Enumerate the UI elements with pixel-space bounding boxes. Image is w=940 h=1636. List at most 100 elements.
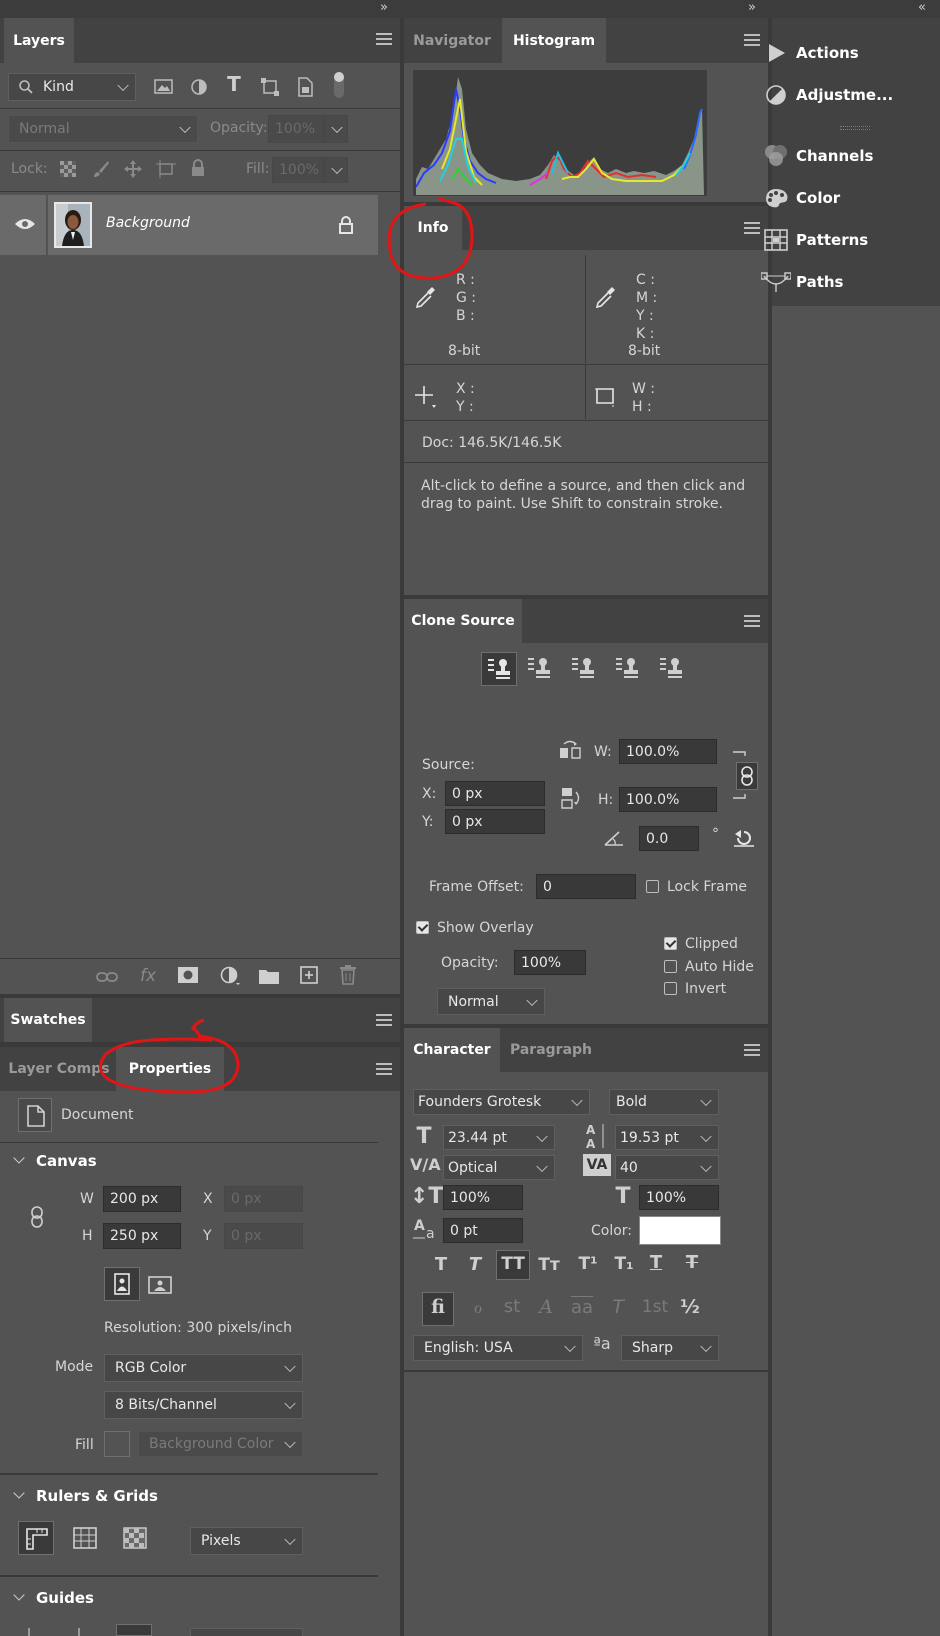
properties-panel-menu-icon[interactable]: [376, 1063, 392, 1075]
reset-transform-icon[interactable]: [734, 828, 754, 848]
layer-style-fx-icon[interactable]: fx: [136, 966, 160, 986]
flip-vertical-icon[interactable]: [560, 786, 582, 810]
sidebar-item-color[interactable]: Color: [756, 182, 840, 214]
flip-horizontal-icon[interactable]: [558, 740, 582, 760]
auto-hide-checkbox[interactable]: [664, 960, 677, 973]
underline-button[interactable]: T: [642, 1252, 670, 1273]
language-dropdown[interactable]: English: USA: [413, 1335, 583, 1361]
character-panel-menu-icon[interactable]: [744, 1044, 760, 1056]
new-adjustment-layer-icon[interactable]: [220, 966, 240, 986]
discretionary-ligatures-button[interactable]: st: [498, 1296, 526, 1317]
clone-y-input[interactable]: 0 px: [445, 809, 545, 834]
tab-clone-source[interactable]: Clone Source: [404, 599, 522, 643]
filter-kind-dropdown[interactable]: Kind: [8, 73, 136, 101]
shape-filter-icon[interactable]: [260, 77, 280, 97]
canvas-collapse-chevron[interactable]: [13, 1152, 25, 1164]
dock-grip[interactable]: [840, 126, 870, 130]
vertical-scale-input[interactable]: 100%: [443, 1185, 523, 1210]
anti-alias-dropdown[interactable]: Sharp: [621, 1335, 719, 1361]
guides-tool-button[interactable]: [116, 1624, 152, 1636]
guides-dropdown[interactable]: [190, 1628, 303, 1636]
clone-angle-input[interactable]: 0.0: [639, 826, 699, 851]
new-layer-icon[interactable]: [300, 966, 318, 984]
guides-heading[interactable]: Guides: [36, 1589, 94, 1607]
faux-bold-button[interactable]: T: [428, 1254, 454, 1275]
kerning-dropdown[interactable]: Optical: [443, 1155, 555, 1180]
lock-artboard-icon[interactable]: [156, 160, 176, 178]
clone-stamp-icon-5[interactable]: [660, 656, 684, 680]
smartobject-filter-icon[interactable]: [297, 77, 313, 97]
tab-histogram[interactable]: Histogram: [502, 18, 606, 63]
type-filter-icon[interactable]: T: [224, 72, 244, 96]
layer-name[interactable]: Background: [106, 215, 190, 231]
contextual-alternates-button[interactable]: ℴ: [464, 1296, 492, 1318]
clone-source-1-button[interactable]: [481, 652, 517, 686]
link-layers-icon[interactable]: [96, 970, 118, 984]
opacity-stepper[interactable]: [324, 115, 348, 143]
font-style-dropdown[interactable]: Bold: [609, 1089, 719, 1115]
guides-collapse-chevron[interactable]: [13, 1589, 25, 1601]
lock-image-pixels-brush-icon[interactable]: [92, 160, 110, 178]
fill-stepper[interactable]: [324, 157, 348, 183]
tab-swatches[interactable]: Swatches: [4, 998, 92, 1042]
tab-character[interactable]: Character: [404, 1028, 500, 1072]
add-mask-icon[interactable]: [178, 967, 198, 983]
image-filter-icon[interactable]: [154, 78, 174, 96]
visibility-eye-icon[interactable]: [14, 217, 36, 231]
tracking-dropdown[interactable]: 40: [615, 1155, 719, 1180]
tab-navigator[interactable]: Navigator: [404, 18, 500, 63]
lock-position-move-icon[interactable]: [124, 160, 142, 178]
link-scale-button[interactable]: [736, 762, 758, 790]
rulers-grids-heading[interactable]: Rulers & Grids: [36, 1487, 158, 1505]
tab-layers[interactable]: Layers: [4, 18, 74, 63]
swash-button[interactable]: A: [532, 1296, 560, 1318]
faux-italic-button[interactable]: T: [462, 1254, 488, 1275]
stylistic-alternates-button[interactable]: aa: [566, 1297, 598, 1318]
font-family-dropdown[interactable]: Founders Grotesk: [413, 1089, 590, 1115]
bit-depth-dropdown[interactable]: 8 Bits/Channel: [104, 1391, 303, 1419]
expand-right-glyph[interactable]: «: [918, 0, 926, 15]
canvas-width-input[interactable]: 200 px: [103, 1186, 181, 1212]
layers-panel-menu-icon[interactable]: [376, 33, 392, 45]
clone-stamp-icon-2[interactable]: [528, 656, 552, 680]
sidebar-item-actions[interactable]: Actions: [756, 37, 859, 69]
horizontal-scale-input[interactable]: 100%: [639, 1185, 719, 1210]
titling-alternates-button[interactable]: T: [604, 1296, 632, 1318]
invert-checkbox[interactable]: [664, 982, 677, 995]
landscape-orientation-icon[interactable]: [148, 1276, 172, 1294]
superscript-button[interactable]: T¹: [574, 1254, 602, 1274]
canvas-heading[interactable]: Canvas: [36, 1152, 97, 1170]
rgb-eyedropper-icon[interactable]: [414, 285, 436, 309]
overlay-blend-dropdown[interactable]: Normal: [437, 988, 545, 1015]
sidebar-item-patterns[interactable]: Patterns: [756, 224, 868, 256]
sidebar-item-channels[interactable]: Channels: [756, 140, 873, 172]
strikethrough-button[interactable]: T: [678, 1252, 706, 1273]
sidebar-item-paths[interactable]: Paths: [756, 266, 844, 298]
all-caps-button[interactable]: TT: [496, 1254, 530, 1274]
guide-icon-1[interactable]: [28, 1628, 30, 1636]
opacity-input[interactable]: 100%: [268, 115, 324, 143]
font-size-dropdown[interactable]: 23.44 pt: [443, 1125, 555, 1150]
lock-transparent-pixels-icon[interactable]: [60, 161, 76, 177]
grid-icon[interactable]: [73, 1527, 97, 1549]
color-mode-dropdown[interactable]: RGB Color: [104, 1354, 303, 1382]
text-color-swatch[interactable]: [639, 1216, 721, 1245]
fractions-button[interactable]: ½: [676, 1296, 704, 1318]
ruler-toggle-button[interactable]: [18, 1521, 54, 1555]
blend-mode-dropdown[interactable]: Normal: [8, 115, 198, 143]
clone-height-input[interactable]: 100.0%: [619, 787, 717, 812]
ordinals-button[interactable]: 1st: [637, 1297, 673, 1317]
clone-width-input[interactable]: 100.0%: [619, 739, 717, 764]
standard-ligatures-button[interactable]: fi: [422, 1296, 454, 1318]
clone-x-input[interactable]: 0 px: [445, 781, 545, 806]
canvas-height-input[interactable]: 250 px: [103, 1223, 181, 1249]
baseline-shift-input[interactable]: 0 pt: [443, 1218, 523, 1243]
clone-stamp-icon-3[interactable]: [572, 656, 596, 680]
collapse-left-glyph[interactable]: »: [380, 0, 388, 15]
swatches-panel-menu-icon[interactable]: [376, 1014, 392, 1026]
show-overlay-checkbox[interactable]: [416, 921, 429, 934]
rulers-collapse-chevron[interactable]: [13, 1487, 25, 1499]
clone-stamp-icon-4[interactable]: [616, 656, 640, 680]
layer-row-background[interactable]: Background: [0, 195, 378, 255]
link-dimensions-icon[interactable]: [30, 1205, 44, 1229]
